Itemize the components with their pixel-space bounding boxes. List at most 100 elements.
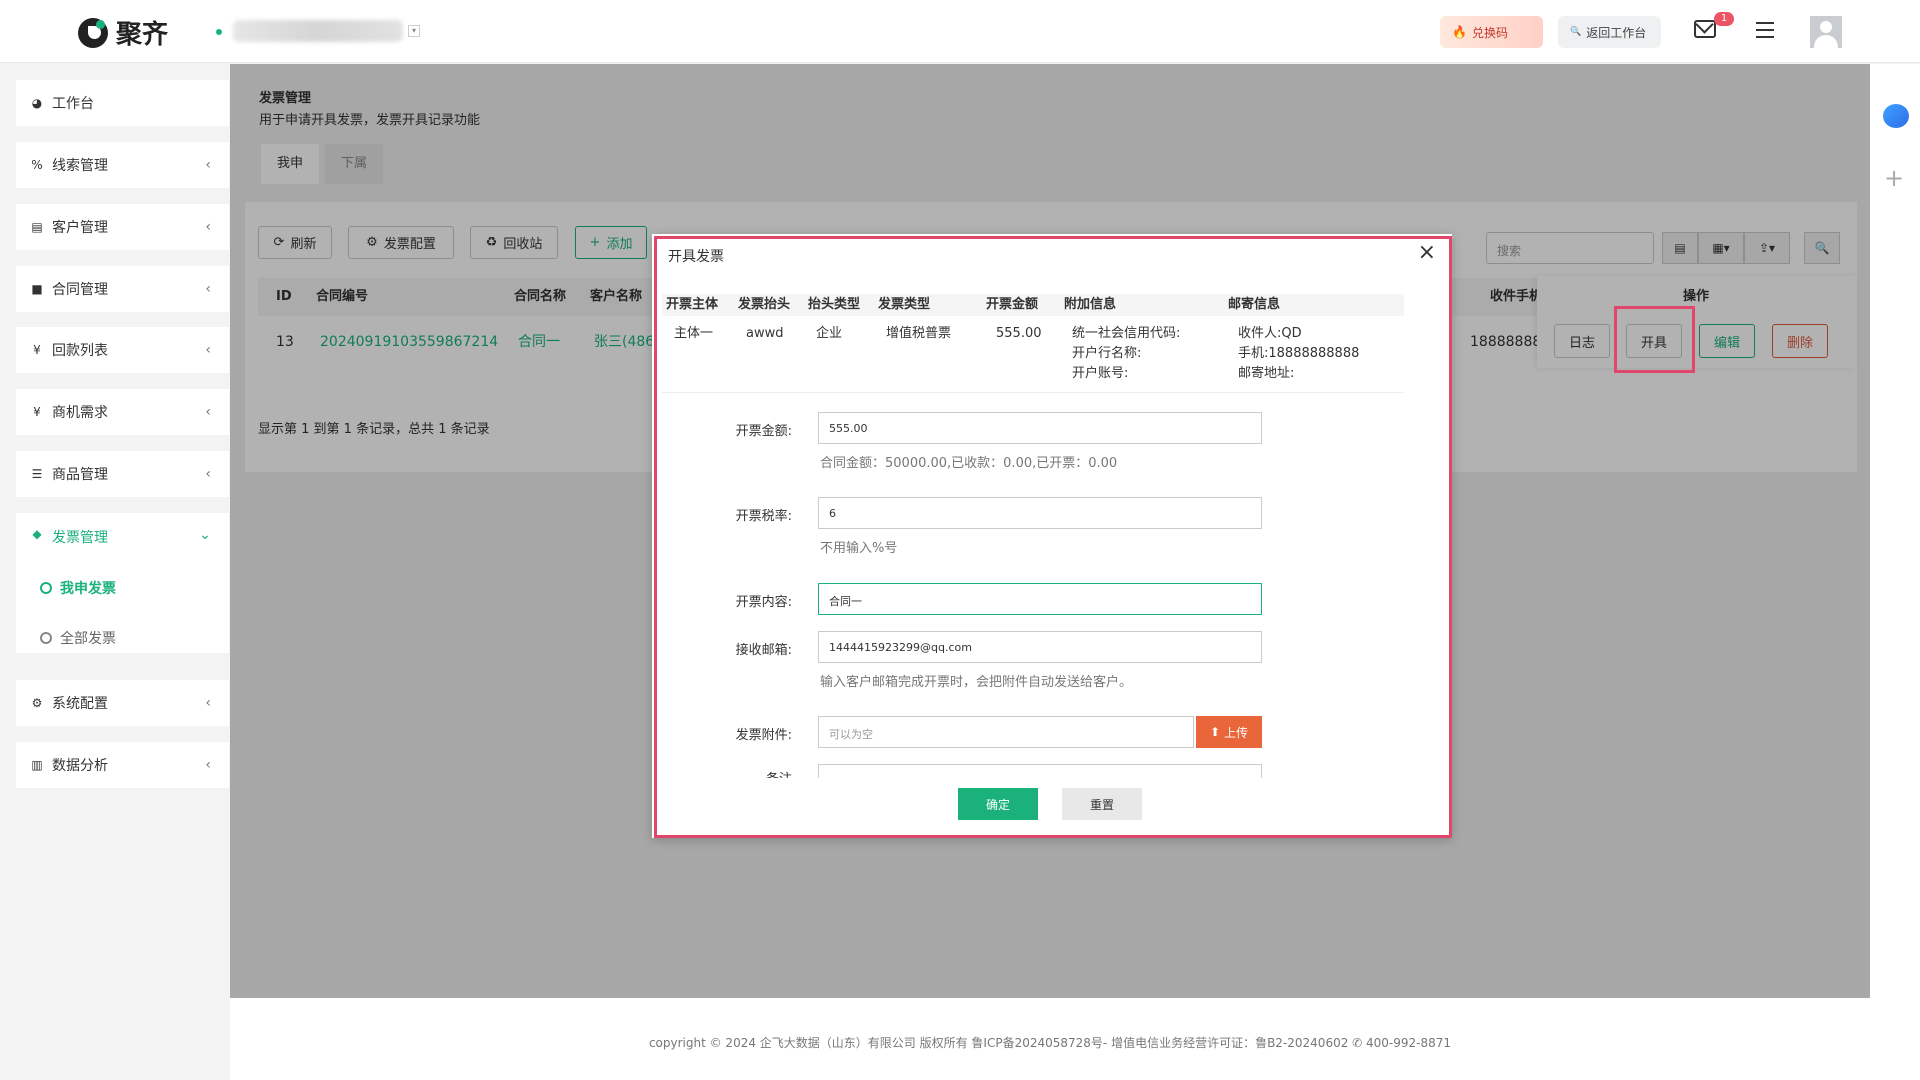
divider bbox=[662, 392, 1404, 393]
top-bar: 聚齐 ▾ 🔥 兑换码 🔍 返回工作台 1 bbox=[0, 0, 1920, 63]
col-amount: 开票金额 bbox=[986, 297, 1039, 312]
cell-invoice-type: 增值税普票 bbox=[886, 326, 952, 341]
circle-icon bbox=[40, 632, 52, 644]
brand-name: 聚齐 bbox=[116, 20, 169, 50]
sidebar-item-label: 回款列表 bbox=[52, 343, 108, 359]
cell-mail-phone: 手机:18888888888 bbox=[1238, 346, 1360, 361]
sidebar-subitem-my-invoices[interactable]: 我申发票 bbox=[40, 578, 116, 598]
cell-mail-address: 邮寄地址: bbox=[1238, 366, 1295, 381]
tag-icon: ◆ bbox=[32, 527, 42, 541]
mail-icon[interactable] bbox=[1694, 20, 1716, 38]
chevron-left-icon: ‹ bbox=[205, 219, 211, 235]
sidebar-item-leads[interactable]: % 线索管理 ‹ bbox=[16, 142, 229, 188]
tax-rate-label: 开票税率: bbox=[735, 509, 792, 524]
sidebar-item-label: 系统配置 bbox=[52, 696, 108, 712]
confirm-button[interactable]: 确定 bbox=[958, 788, 1038, 820]
attachment-field[interactable]: 可以为空 bbox=[818, 716, 1194, 748]
sidebar-subitem-label: 我申发票 bbox=[60, 581, 116, 597]
sidebar-item-analytics[interactable]: ▥ 数据分析 ‹ bbox=[16, 742, 229, 788]
upload-label: 上传 bbox=[1224, 725, 1249, 740]
sidebar-subitem-label: 全部发票 bbox=[60, 631, 116, 647]
sidebar-item-dashboard[interactable]: ◕ 工作台 bbox=[16, 80, 229, 126]
list-icon: ☰ bbox=[31, 467, 43, 481]
close-icon[interactable]: × bbox=[1418, 240, 1436, 265]
yen-icon: ¥ bbox=[33, 343, 41, 357]
highlight-box bbox=[1614, 306, 1695, 373]
amount-label: 开票金额: bbox=[735, 424, 792, 439]
amount-help: 合同金额：50000.00,已收款：0.00,已开票：0.00 bbox=[820, 456, 1118, 471]
tax-rate-help: 不用输入%号 bbox=[820, 541, 898, 556]
search-small-icon: 🔍 bbox=[1570, 27, 1582, 37]
sidebar-item-label: 商品管理 bbox=[52, 467, 108, 483]
sidebar-item-label: 发票管理 bbox=[52, 530, 108, 546]
sidebar-item-label: 合同管理 bbox=[52, 282, 108, 298]
tax-rate-field[interactable]: 6 bbox=[818, 497, 1262, 529]
issue-invoice-dialog: 开具发票 × 开票主体 发票抬头 抬头类型 发票类型 开票金额 附加信息 邮寄信… bbox=[652, 234, 1452, 838]
upload-button[interactable]: ⬆ 上传 bbox=[1196, 716, 1262, 748]
gears-icon: ⚙ bbox=[31, 696, 43, 710]
col-invoice-head: 发票抬头 bbox=[738, 297, 791, 312]
sidebar-item-label: 数据分析 bbox=[52, 758, 108, 774]
cell-head-type: 企业 bbox=[816, 326, 843, 341]
cell-extra-bank: 开户行名称: bbox=[1072, 346, 1142, 361]
sidebar-item-label: 线索管理 bbox=[52, 158, 108, 174]
col-extra: 附加信息 bbox=[1064, 297, 1117, 312]
col-head-type: 抬头类型 bbox=[808, 297, 861, 312]
id-card-icon: ▤ bbox=[31, 220, 43, 234]
circle-icon bbox=[40, 582, 52, 594]
sidebar-item-payments[interactable]: ¥ 回款列表 ‹ bbox=[16, 327, 229, 373]
invoice-info-header: 开票主体 发票抬头 抬头类型 发票类型 开票金额 附加信息 邮寄信息 bbox=[662, 294, 1404, 316]
col-subject: 开票主体 bbox=[666, 297, 719, 312]
online-status-icon bbox=[216, 29, 222, 35]
cell-head: awwd bbox=[746, 326, 784, 341]
chevron-left-icon: ‹ bbox=[205, 281, 211, 297]
return-label: 返回工作台 bbox=[1586, 25, 1647, 40]
amount-field[interactable]: 555.00 bbox=[818, 412, 1262, 444]
logo-icon bbox=[78, 17, 108, 48]
chevron-left-icon: ‹ bbox=[205, 157, 211, 173]
footer: copyright © 2024 企飞大数据（山东）有限公司 版权所有 鲁ICP… bbox=[230, 998, 1870, 1080]
sidebar-subitem-all-invoices[interactable]: 全部发票 bbox=[40, 628, 116, 648]
email-label: 接收邮箱: bbox=[735, 643, 792, 658]
dropdown-caret-icon[interactable]: ▾ bbox=[408, 25, 420, 37]
cell-mail-recipient: 收件人:QD bbox=[1238, 326, 1302, 341]
link-icon: % bbox=[31, 158, 43, 172]
remark-field[interactable] bbox=[818, 764, 1262, 778]
blurred-company-name[interactable] bbox=[233, 20, 403, 42]
brand-logo[interactable]: 聚齐 bbox=[78, 14, 168, 51]
right-toolbar bbox=[1870, 64, 1920, 1080]
email-help: 输入客户邮箱完成开票时，会把附件自动发送给客户。 bbox=[820, 675, 1133, 690]
sidebar-item-customers[interactable]: ▤ 客户管理 ‹ bbox=[16, 204, 229, 250]
fire-icon: 🔥 bbox=[1452, 25, 1467, 39]
cell-extra-credit-code: 统一社会信用代码: bbox=[1072, 326, 1181, 341]
sidebar-item-label: 工作台 bbox=[52, 96, 94, 112]
sidebar-item-system-config[interactable]: ⚙ 系统配置 ‹ bbox=[16, 680, 229, 726]
invoice-info-row: 主体一 awwd 企业 增值税普票 555.00 统一社会信用代码: 开户行名称… bbox=[662, 324, 1404, 384]
dashboard-icon: ◕ bbox=[31, 96, 43, 110]
col-mail: 邮寄信息 bbox=[1228, 297, 1281, 312]
content-field[interactable]: 合同一 bbox=[818, 583, 1262, 615]
plus-icon[interactable]: + bbox=[1884, 164, 1904, 192]
remark-row-clipped: 备注 bbox=[730, 762, 1492, 778]
upload-icon: ⬆ bbox=[1209, 725, 1221, 739]
cell-subject: 主体一 bbox=[674, 326, 714, 341]
sidebar-item-products[interactable]: ☰ 商品管理 ‹ bbox=[16, 451, 229, 497]
hamburger-menu-icon[interactable] bbox=[1756, 22, 1774, 38]
sidebar-item-label: 客户管理 bbox=[52, 220, 108, 236]
content-label: 开票内容: bbox=[735, 595, 792, 610]
chevron-left-icon: ‹ bbox=[205, 757, 211, 773]
reset-button[interactable]: 重置 bbox=[1062, 788, 1142, 820]
sidebar-item-opportunities[interactable]: ¥ 商机需求 ‹ bbox=[16, 389, 229, 435]
sidebar-item-contracts[interactable]: ■ 合同管理 ‹ bbox=[16, 266, 229, 312]
chevron-left-icon: ‹ bbox=[205, 466, 211, 482]
bookmark-icon: ■ bbox=[31, 282, 43, 296]
remark-label: 备注 bbox=[730, 768, 792, 778]
email-field[interactable]: 1444415923299@qq.com bbox=[818, 631, 1262, 663]
chevron-left-icon: ‹ bbox=[205, 404, 211, 420]
bar-chart-icon: ▥ bbox=[31, 758, 43, 772]
redeem-code-button[interactable]: 🔥 兑换码 bbox=[1440, 16, 1543, 48]
attachment-label: 发票附件: bbox=[735, 728, 792, 743]
avatar[interactable] bbox=[1810, 16, 1842, 48]
chat-icon[interactable] bbox=[1883, 104, 1909, 128]
return-workbench-button[interactable]: 🔍 返回工作台 bbox=[1558, 16, 1661, 48]
